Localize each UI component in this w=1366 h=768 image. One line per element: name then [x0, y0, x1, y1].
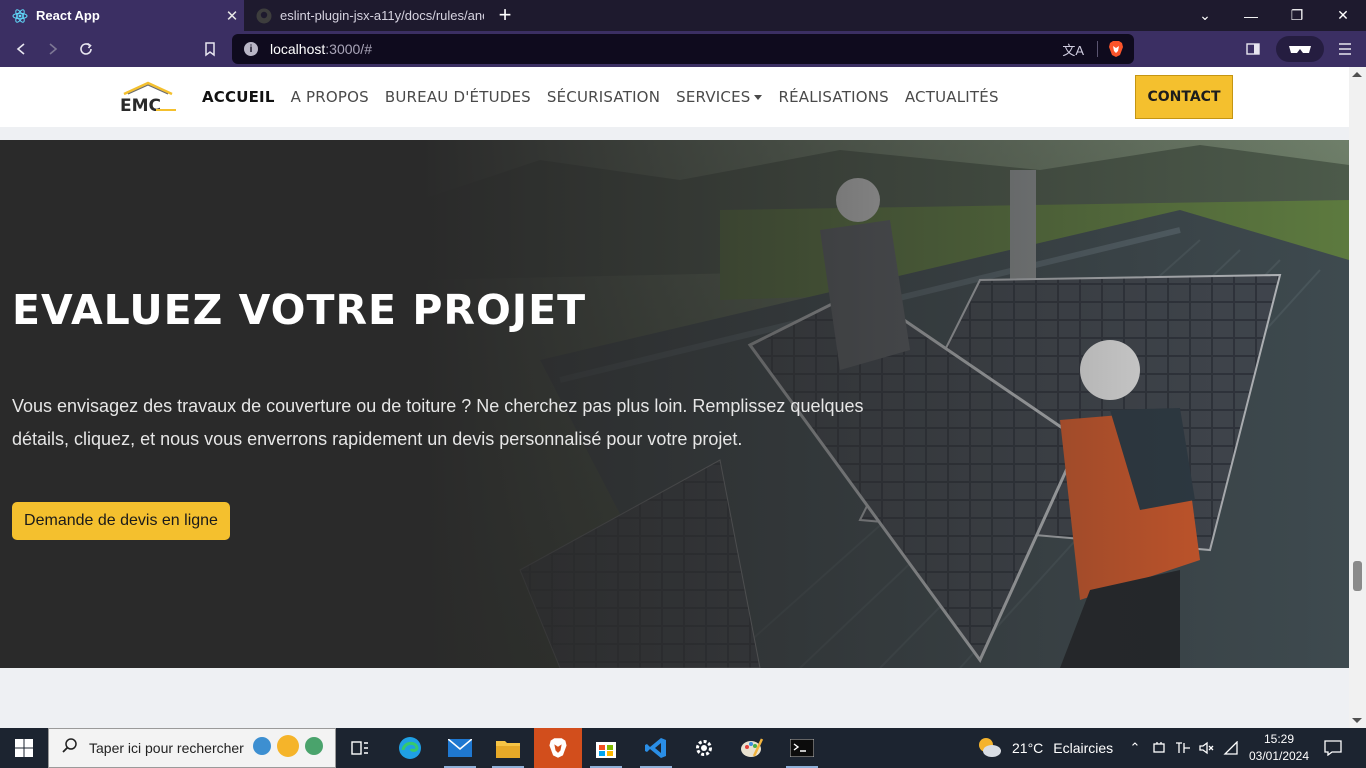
quote-request-button[interactable]: Demande de devis en ligne — [12, 502, 230, 540]
site-info-icon[interactable]: i — [244, 42, 258, 56]
browser-toolbar: i localhost :3000/# 文A — [0, 31, 1366, 67]
volume-muted-icon[interactable] — [1196, 728, 1218, 768]
clock-date: 03/01/2024 — [1248, 749, 1310, 763]
store-icon[interactable] — [582, 728, 630, 768]
nav-item-actualites[interactable]: Actualités — [905, 88, 999, 106]
new-tab-button[interactable]: + — [492, 3, 518, 29]
react-icon — [12, 8, 28, 24]
mail-icon[interactable] — [436, 728, 484, 768]
bookmark-icon[interactable] — [197, 36, 223, 62]
chevron-up-icon[interactable]: ⌃ — [1124, 728, 1146, 768]
weather-partly-sunny-icon — [976, 736, 1002, 761]
restore-button[interactable]: ❐ — [1274, 0, 1320, 31]
taskbar-clock[interactable]: 15:29 03/01/2024 — [1244, 731, 1314, 765]
scrollbar-thumb[interactable] — [1353, 561, 1362, 591]
hero-section: EVALUEZ VOTRE PROJET Vous envisagez des … — [0, 140, 1349, 668]
nav-item-accueil[interactable]: Accueil — [202, 88, 275, 106]
nav-item-services-label: Services — [676, 88, 751, 106]
page-scrollbar[interactable] — [1349, 67, 1366, 728]
brave-icon[interactable] — [534, 728, 582, 768]
brave-shield-icon[interactable] — [1108, 40, 1124, 58]
hero-title: EVALUEZ VOTRE PROJET — [12, 286, 587, 334]
windows-start-icon[interactable] — [0, 728, 48, 768]
browser-tab-strip: React App ✕ eslint-plugin-jsx-a11y/docs/… — [0, 0, 1366, 31]
wallet-icon[interactable] — [1276, 36, 1324, 62]
notifications-icon[interactable] — [1320, 728, 1346, 768]
terminal-icon[interactable] — [778, 728, 826, 768]
hero-description: Vous envisagez des travaux de couverture… — [12, 396, 864, 449]
logo-text: EMC — [120, 96, 161, 116]
weather-condition: Eclaircies — [1053, 740, 1114, 756]
nav-item-a-propos[interactable]: A propos — [291, 88, 369, 106]
url-path: :3000/# — [325, 41, 372, 57]
meet-now-icon[interactable] — [1148, 728, 1170, 768]
edge-icon[interactable] — [386, 728, 434, 768]
nav-item-bureau-etudes[interactable]: Bureau d'études — [385, 88, 531, 106]
caret-down-icon — [754, 95, 763, 100]
input-method-icon[interactable] — [1172, 728, 1194, 768]
forward-icon[interactable] — [40, 36, 66, 62]
back-icon[interactable] — [8, 36, 34, 62]
main-menu: Accueil A propos Bureau d'études Sécuris… — [202, 67, 1015, 127]
search-icon — [61, 737, 79, 760]
divider — [1097, 41, 1098, 57]
contact-button[interactable]: Contact — [1135, 75, 1233, 119]
menu-icon[interactable] — [1332, 36, 1358, 62]
url-host: localhost — [270, 41, 326, 57]
close-window-button[interactable]: ✕ — [1320, 0, 1366, 31]
emc-logo[interactable]: EMC — [116, 80, 180, 116]
search-highlight-icon — [250, 733, 326, 764]
nav-item-realisations[interactable]: Réalisations — [778, 88, 888, 106]
vscode-icon[interactable] — [632, 728, 680, 768]
page-viewport: EMC Accueil A propos Bureau d'études Séc… — [0, 67, 1366, 728]
nav-item-services[interactable]: Services — [676, 88, 763, 106]
file-explorer-icon[interactable] — [484, 728, 532, 768]
translate-icon[interactable]: 文A — [1062, 40, 1084, 59]
weather-temp: 21°C — [1012, 740, 1044, 756]
tab-eslint-docs[interactable]: eslint-plugin-jsx-a11y/docs/rules/anch — [244, 0, 484, 31]
weather-widget[interactable]: 21°C Eclaircies — [976, 728, 1113, 768]
minimize-button[interactable]: — — [1228, 0, 1274, 31]
windows-taskbar: Taper ici pour rechercher 21°C Eclaircie… — [0, 728, 1366, 768]
site-navbar: EMC Accueil A propos Bureau d'études Séc… — [0, 67, 1349, 127]
nav-item-securisation[interactable]: Sécurisation — [547, 88, 660, 106]
taskbar-search-box[interactable]: Taper ici pour rechercher — [48, 728, 336, 768]
scroll-up-icon[interactable] — [1352, 72, 1362, 77]
scroll-down-icon[interactable] — [1352, 718, 1362, 723]
settings-icon[interactable] — [680, 728, 728, 768]
clock-time: 15:29 — [1263, 732, 1295, 746]
reload-icon[interactable] — [73, 36, 99, 62]
tab-title: React App — [36, 8, 100, 23]
tab-title: eslint-plugin-jsx-a11y/docs/rules/anch — [280, 8, 484, 23]
tab-react-app[interactable]: React App ✕ — [0, 0, 244, 31]
wifi-icon[interactable] — [1220, 728, 1242, 768]
github-icon — [256, 8, 272, 24]
close-icon[interactable]: ✕ — [220, 7, 244, 25]
tab-search-chevron-icon[interactable]: ⌄ — [1182, 0, 1228, 31]
paint-icon[interactable] — [728, 728, 776, 768]
sidebar-icon[interactable] — [1240, 36, 1266, 62]
address-bar[interactable]: i localhost :3000/# 文A — [232, 34, 1134, 64]
task-view-icon[interactable] — [336, 728, 384, 768]
search-placeholder: Taper ici pour rechercher — [89, 740, 244, 756]
